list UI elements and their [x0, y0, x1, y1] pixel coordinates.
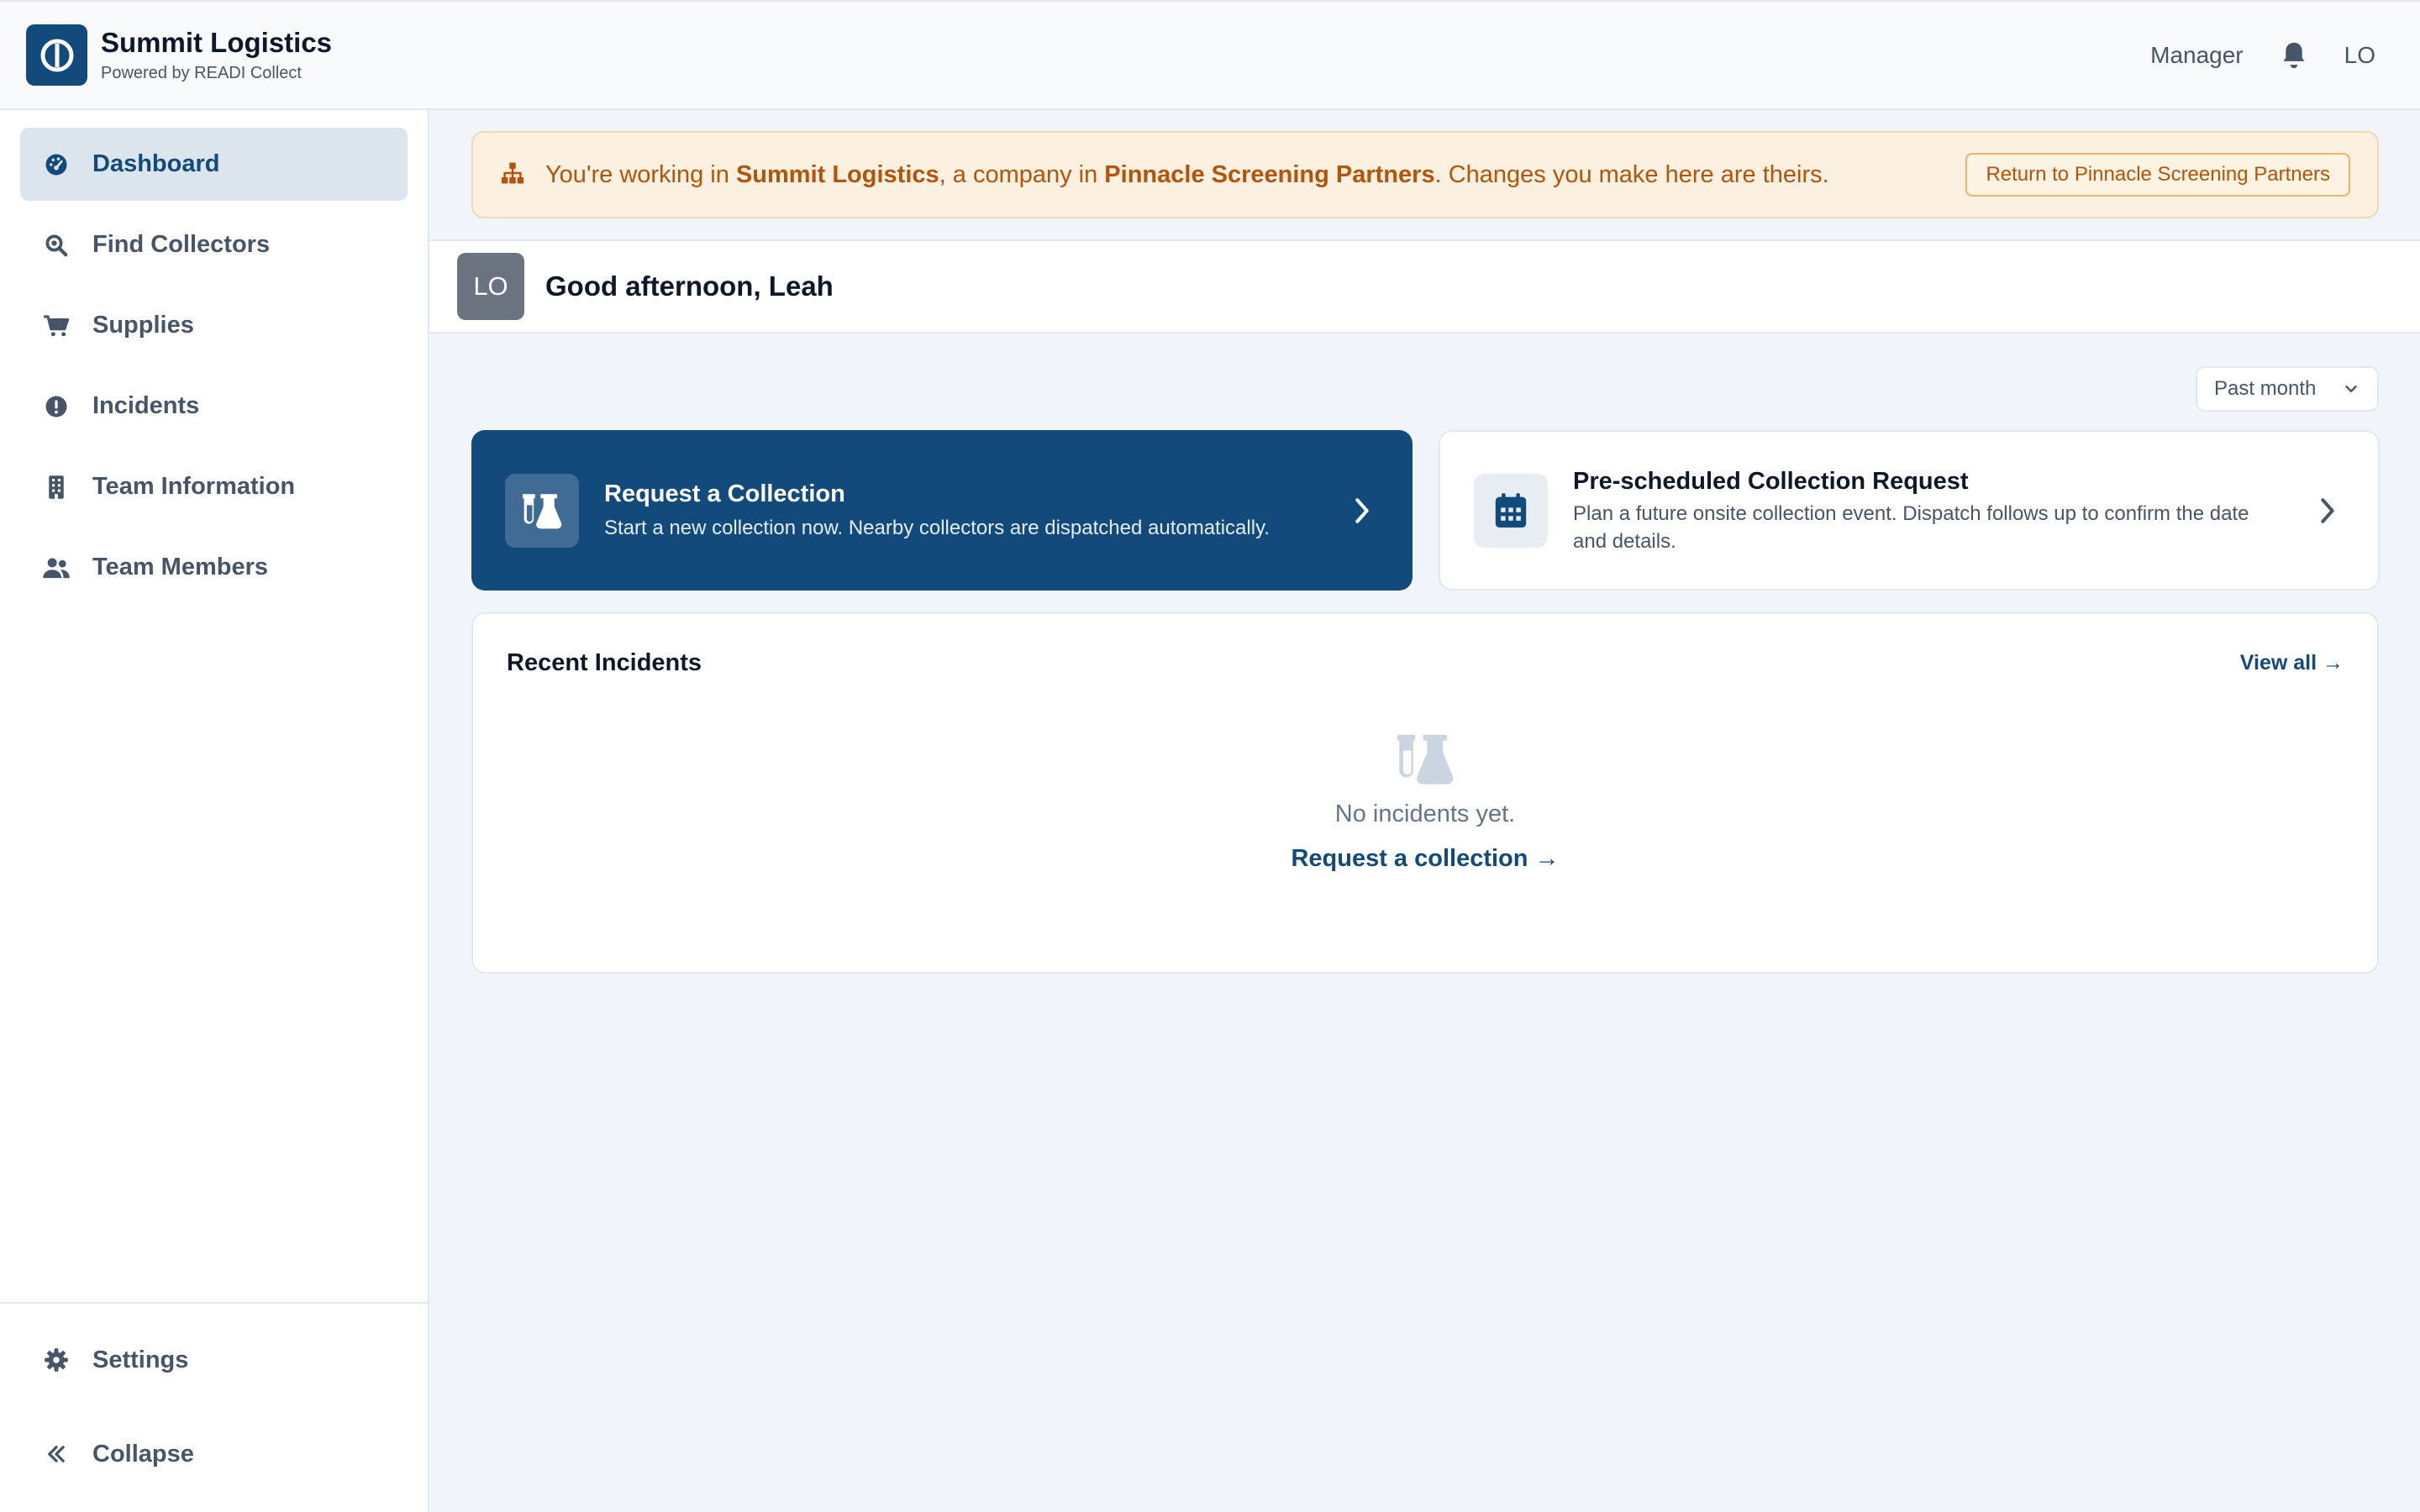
cart-icon [42, 312, 71, 340]
period-selected-value: Past month [2214, 377, 2317, 400]
banner-company: Summit Logistics [735, 160, 939, 188]
request-collection-body: Request a Collection Start a new collect… [604, 479, 1345, 542]
double-chevron-left-icon [42, 1440, 71, 1468]
banner-suffix: . Changes you make here are theirs. [1434, 160, 1829, 188]
sidebar-item-label: Team Information [92, 473, 296, 500]
banner-prefix: You're working in [545, 160, 736, 188]
sidebar-item-find-collectors[interactable]: Find Collectors [20, 208, 408, 281]
calendar-icon [1474, 473, 1548, 548]
main-content: You're working in Summit Logistics, a co… [429, 110, 2420, 1512]
sidebar: Dashboard Find Collectors Supplies Incid… [0, 110, 429, 1512]
app-title: Summit Logistics [101, 26, 333, 58]
sidebar-item-label: Incidents [92, 392, 200, 419]
users-icon [42, 554, 71, 582]
request-collection-description: Start a new collection now. Nearby colle… [604, 517, 1270, 539]
org-hierarchy-icon [500, 160, 525, 190]
collapse-label: Collapse [92, 1440, 194, 1467]
app-logo[interactable] [26, 24, 87, 86]
sidebar-footer: Settings Collapse [0, 1302, 428, 1512]
recent-incidents-title: Recent Incidents [507, 649, 702, 676]
request-collection-link[interactable]: Request a collection → [1291, 845, 1559, 873]
sidebar-item-team-members[interactable]: Team Members [20, 531, 408, 604]
gear-icon [42, 1346, 71, 1374]
period-select[interactable]: Past month [2196, 366, 2379, 412]
sidebar-item-label: Supplies [92, 312, 194, 339]
banner-message: You're working in Summit Logistics, a co… [545, 161, 1829, 189]
flask-icon [1395, 732, 1455, 785]
collapse-button[interactable]: Collapse [20, 1416, 408, 1492]
gauge-icon [42, 150, 71, 179]
sidebar-item-label: Dashboard [92, 150, 220, 177]
sidebar-item-label: Find Collectors [92, 231, 271, 258]
context-banner: You're working in Summit Logistics, a co… [471, 131, 2379, 218]
user-menu[interactable]: LO [2344, 42, 2375, 69]
sidebar-item-label: Team Members [92, 554, 268, 580]
sidebar-item-settings[interactable]: Settings [20, 1322, 408, 1398]
building-icon [42, 473, 71, 501]
app-subtitle: Powered by READI Collect [101, 63, 302, 82]
empty-state: No incidents yet. Request a collection → [473, 732, 2377, 873]
chevron-down-icon [2342, 380, 2360, 398]
flask-icon [505, 473, 579, 548]
return-to-parent-button[interactable]: Return to Pinnacle Screening Partners [1965, 153, 2350, 197]
prescheduled-collection-description: Plan a future onsite collection event. D… [1573, 501, 2249, 553]
greeting-bar: LO Good afternoon, Leah [429, 239, 2420, 333]
role-switcher[interactable]: Manager [2150, 42, 2244, 69]
bell-icon[interactable] [2277, 39, 2311, 72]
top-bar: Summit Logistics Powered by READI Collec… [0, 0, 2420, 110]
logo-icon [40, 39, 73, 71]
sidebar-item-supplies[interactable]: Supplies [20, 289, 408, 362]
brand: Summit Logistics Powered by READI Collec… [101, 26, 332, 85]
avatar: LO [457, 253, 524, 320]
banner-parent: Pinnacle Screening Partners [1104, 160, 1435, 188]
request-collection-title: Request a Collection [604, 480, 845, 507]
sidebar-nav: Dashboard Find Collectors Supplies Incid… [0, 110, 428, 629]
recent-incidents-panel: Recent Incidents View all → No incidents… [471, 612, 2379, 974]
prescheduled-collection-title: Pre-scheduled Collection Request [1573, 467, 1969, 495]
alert-icon [42, 392, 71, 421]
banner-middle: , a company in [939, 160, 1105, 188]
prescheduled-collection-body: Pre-scheduled Collection Request Plan a … [1573, 466, 2311, 555]
top-right-controls: Manager LO [2150, 39, 2394, 72]
chevron-right-icon [1345, 496, 1379, 525]
prescheduled-collection-card[interactable]: Pre-scheduled Collection Request Plan a … [1439, 430, 2380, 591]
settings-label: Settings [92, 1346, 189, 1373]
sidebar-item-team-information[interactable]: Team Information [20, 450, 408, 523]
chevron-right-icon [2311, 496, 2344, 525]
sidebar-item-incidents[interactable]: Incidents [20, 370, 408, 443]
app-root: Summit Logistics Powered by READI Collec… [0, 0, 2420, 1512]
sidebar-item-dashboard[interactable]: Dashboard [20, 128, 408, 201]
view-all-link[interactable]: View all → [2240, 651, 2344, 675]
search-icon [42, 231, 71, 260]
empty-state-text: No incidents yet. [1334, 801, 1516, 827]
request-collection-card[interactable]: Request a Collection Start a new collect… [471, 430, 1413, 591]
greeting-text: Good afternoon, Leah [545, 270, 834, 302]
